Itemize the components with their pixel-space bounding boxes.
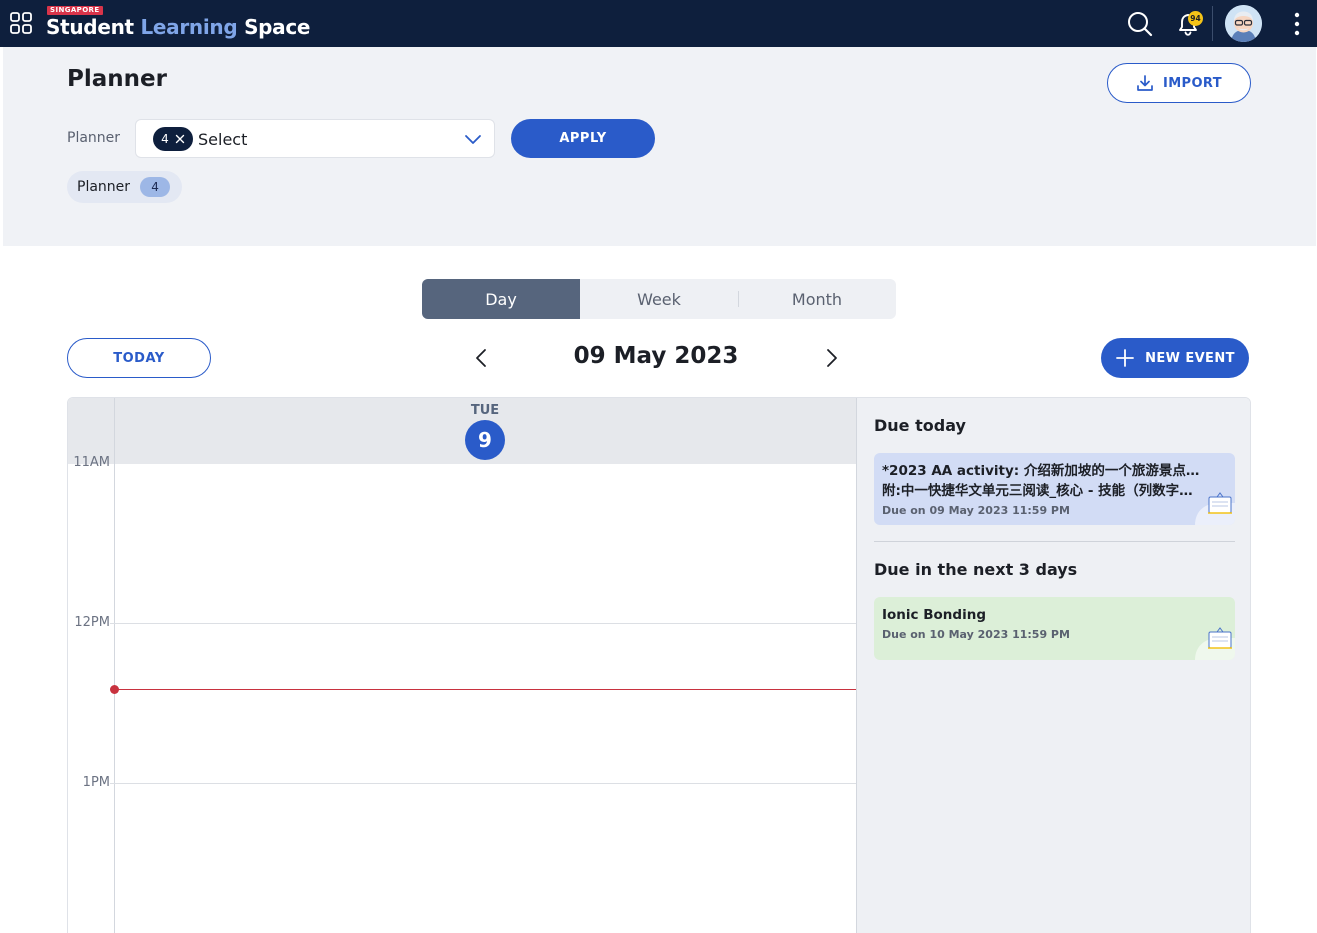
clear-selection-icon[interactable] [175, 134, 185, 144]
hour-label-12pm: 12PM [68, 615, 110, 630]
due-card-date: Due on 09 May 2023 11:59 PM [882, 504, 1070, 517]
current-time-line [114, 689, 856, 690]
due-next-card[interactable]: Ionic Bonding Due on 10 May 2023 11:59 P… [874, 597, 1235, 660]
top-navbar: SINGAPORE Student Learning Space 94 [0, 0, 1317, 47]
page-title: Planner [67, 66, 167, 92]
user-avatar[interactable] [1225, 5, 1262, 42]
hour-label-11am: 11AM [73, 455, 110, 470]
day-calendar: TUE 9 11AM 12PM 1PM Due today *2023 AA a… [67, 397, 1251, 933]
chevron-down-icon [465, 135, 481, 144]
day-name: TUE [470, 403, 500, 418]
planner-filter-label: Planner [67, 130, 121, 146]
due-next-days-heading: Due in the next 3 days [874, 560, 1078, 579]
planner-tag-count: 4 [140, 177, 171, 197]
current-time-dot [110, 685, 119, 694]
chevron-left-icon[interactable] [470, 346, 492, 370]
time-gutter-line [114, 464, 115, 933]
tab-day[interactable]: Day [422, 279, 580, 319]
selected-count-chip[interactable]: 4 [153, 127, 193, 151]
plus-icon [1116, 349, 1134, 367]
new-event-button[interactable]: NEW EVENT [1101, 338, 1249, 378]
due-panel: Due today *2023 AA activity: 介绍新加坡的一个旅游景… [856, 398, 1250, 933]
calendar-time-grid[interactable]: 11AM 12PM 1PM [68, 455, 856, 933]
assignment-board-icon [1195, 492, 1235, 525]
view-tab-separator [738, 291, 739, 307]
logo-text: Student Learning Space [46, 15, 311, 39]
current-date-title: 09 May 2023 [573, 343, 739, 369]
notifications-button[interactable]: 94 [1174, 9, 1204, 39]
search-icon[interactable] [1126, 10, 1154, 38]
due-card-title: *2023 AA activity: 介绍新加坡的一个旅游景点（内 附:中一快捷… [882, 463, 1204, 499]
calendar-day-header: TUE 9 [68, 398, 856, 464]
import-button[interactable]: IMPORT [1107, 63, 1251, 103]
nav-divider [1212, 6, 1213, 41]
hour-line-12pm [68, 623, 856, 624]
due-card-title: Ionic Bonding [882, 607, 986, 623]
planner-tag-label: Planner [77, 179, 131, 195]
notification-count-badge: 94 [1188, 11, 1203, 26]
today-button[interactable]: TODAY [67, 338, 211, 378]
new-event-label: NEW EVENT [1145, 350, 1235, 366]
planner-select[interactable]: 4 Select [135, 119, 495, 158]
hour-line-1pm [68, 783, 856, 784]
import-button-label: IMPORT [1162, 75, 1223, 91]
hour-label-1pm: 1PM [68, 775, 110, 790]
avatar-illustration-icon [1225, 5, 1262, 42]
day-number[interactable]: 9 [465, 420, 505, 460]
more-options-icon[interactable] [1286, 11, 1308, 37]
tab-month[interactable]: Month [738, 279, 896, 319]
apps-grid-icon[interactable] [10, 12, 32, 34]
select-placeholder: Select [198, 130, 248, 149]
due-section-divider [874, 541, 1235, 542]
tab-week[interactable]: Week [580, 279, 738, 319]
apply-button[interactable]: APPLY [511, 119, 655, 158]
assignment-board-icon [1195, 627, 1235, 660]
due-today-heading: Due today [874, 416, 966, 435]
due-today-card[interactable]: *2023 AA activity: 介绍新加坡的一个旅游景点（内 附:中一快捷… [874, 453, 1235, 525]
planner-filter-tag[interactable]: Planner 4 [67, 171, 183, 203]
view-switcher: Day Week Month [422, 279, 896, 319]
due-card-date: Due on 10 May 2023 11:59 PM [882, 628, 1070, 641]
logo-country-tag: SINGAPORE [47, 6, 103, 15]
chevron-right-icon[interactable] [821, 346, 843, 370]
download-icon [1137, 75, 1153, 91]
